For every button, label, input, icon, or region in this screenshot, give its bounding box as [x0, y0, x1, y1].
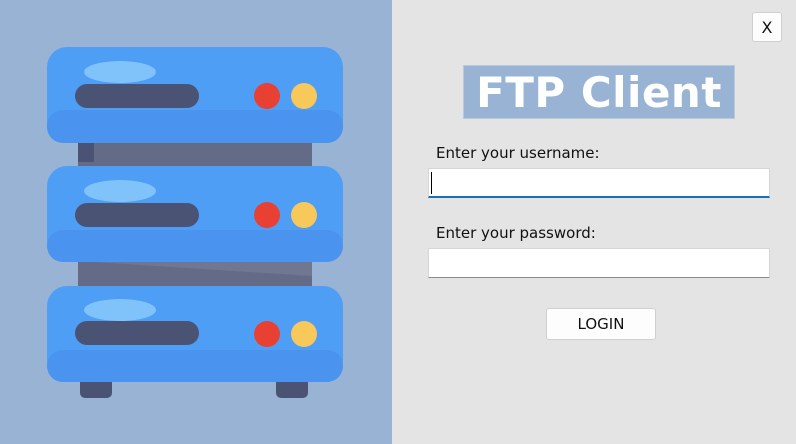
server-unit-bottom	[47, 286, 343, 382]
server-unit-middle	[47, 166, 343, 262]
login-button[interactable]: LOGIN	[546, 308, 656, 340]
illustration-panel	[0, 0, 392, 444]
server-connector-upper	[78, 140, 312, 170]
close-button[interactable]: X	[752, 12, 782, 42]
text-caret	[431, 172, 432, 194]
password-field[interactable]	[428, 248, 770, 278]
login-panel: X FTP Client Enter your username: Enter …	[392, 0, 796, 444]
password-label: Enter your password:	[436, 224, 596, 242]
page-title: FTP Client	[463, 65, 735, 119]
username-field[interactable]	[428, 168, 770, 198]
username-label: Enter your username:	[436, 144, 600, 162]
server-rack-icon	[47, 47, 343, 398]
server-unit-top	[47, 47, 343, 143]
